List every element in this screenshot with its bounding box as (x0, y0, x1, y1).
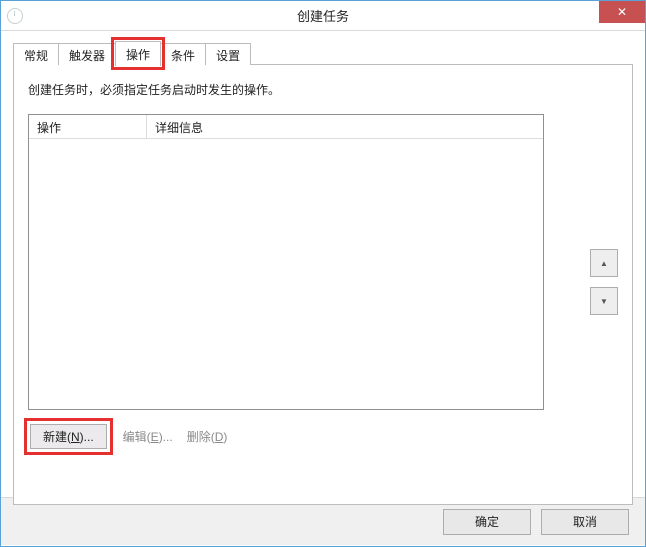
tab-actions[interactable]: 操作 (115, 41, 161, 66)
move-down-button[interactable]: ▼ (590, 287, 618, 315)
action-buttons-row: 新建(N)... 编辑(E)... 删除(D) (28, 422, 618, 451)
reorder-buttons: ▲ ▼ (590, 249, 618, 325)
titlebar: 创建任务 ✕ (1, 1, 645, 31)
tab-strip: 常规 触发器 操作 条件 设置 (13, 41, 633, 65)
chevron-down-icon: ▼ (600, 297, 608, 306)
cancel-button[interactable]: 取消 (541, 509, 629, 535)
instruction-text: 创建任务时，必须指定任务启动时发生的操作。 (28, 81, 618, 98)
close-icon: ✕ (617, 5, 627, 19)
ok-button[interactable]: 确定 (443, 509, 531, 535)
tab-general[interactable]: 常规 (13, 43, 59, 65)
edit-button: 编辑(E)... (123, 428, 173, 445)
chevron-up-icon: ▲ (600, 259, 608, 268)
delete-button: 删除(D) (187, 428, 228, 445)
tab-panel-actions: 创建任务时，必须指定任务启动时发生的操作。 操作 详细信息 ▲ ▼ 新建(N).… (13, 65, 633, 505)
content-area: 常规 触发器 操作 条件 设置 创建任务时，必须指定任务启动时发生的操作。 操作… (1, 31, 645, 497)
listview-header: 操作 详细信息 (29, 115, 543, 139)
tab-triggers[interactable]: 触发器 (58, 43, 116, 65)
column-action[interactable]: 操作 (29, 115, 147, 138)
column-details[interactable]: 详细信息 (147, 115, 543, 138)
actions-listview[interactable]: 操作 详细信息 (28, 114, 544, 410)
close-button[interactable]: ✕ (599, 1, 645, 23)
new-button[interactable]: 新建(N)... (30, 424, 107, 449)
window-title: 创建任务 (1, 6, 645, 25)
tab-settings[interactable]: 设置 (205, 43, 251, 65)
tab-conditions[interactable]: 条件 (160, 43, 206, 65)
move-up-button[interactable]: ▲ (590, 249, 618, 277)
